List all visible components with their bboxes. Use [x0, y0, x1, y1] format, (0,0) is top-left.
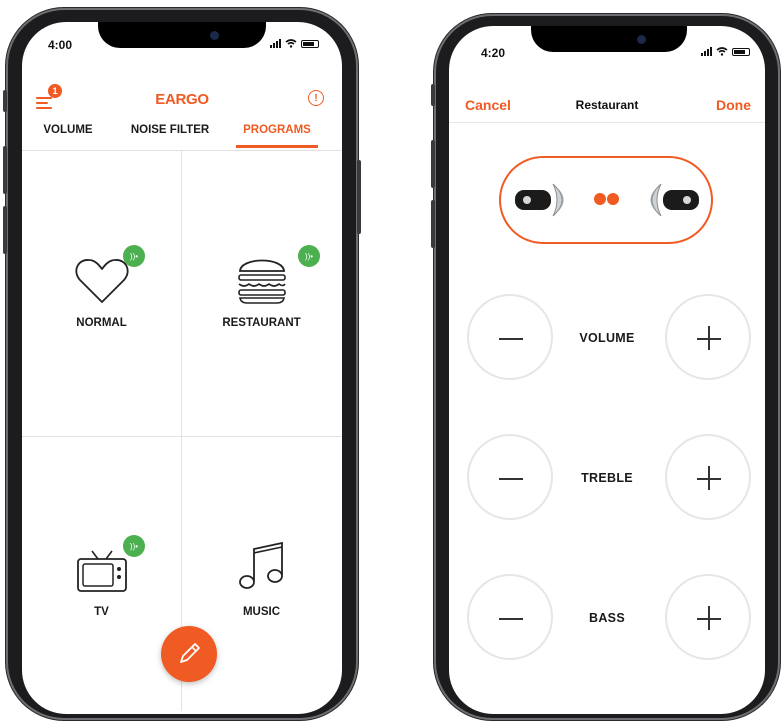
active-badge-icon: ))•	[123, 245, 145, 267]
tab-noise-filter[interactable]: NOISE FILTER	[110, 118, 230, 148]
treble-increase-button[interactable]	[665, 434, 751, 520]
edit-button[interactable]	[161, 626, 217, 682]
volume-up-button	[3, 146, 7, 194]
volume-down-button	[431, 200, 435, 248]
done-button[interactable]: Done	[716, 97, 751, 113]
left-hearing-aid-icon	[515, 183, 564, 217]
info-icon[interactable]: !	[308, 90, 324, 106]
front-camera	[210, 31, 219, 40]
volume-increase-button[interactable]	[665, 294, 751, 380]
program-normal[interactable]: ))• NORMAL	[22, 151, 181, 436]
right-hearing-aid-icon	[650, 183, 699, 217]
eargo-logo: EARGO	[155, 91, 209, 108]
notch	[531, 26, 687, 52]
notch	[98, 22, 266, 48]
tab-programs[interactable]: PROGRAMS	[236, 118, 318, 148]
signal-icon	[701, 47, 712, 56]
left-screen: 4:00 1 EARGO ! VOLUME NOISE FILTER PROGR…	[22, 22, 342, 714]
program-label: NORMAL	[76, 317, 127, 329]
bass-control: BASS	[449, 574, 765, 664]
wifi-icon	[285, 39, 297, 48]
volume-up-button	[431, 140, 435, 188]
power-button	[357, 160, 361, 234]
burger-icon	[237, 259, 286, 304]
program-tv[interactable]: ))• TV	[22, 437, 181, 714]
music-note-icon	[238, 541, 283, 589]
silent-switch	[3, 90, 7, 112]
tab-volume[interactable]: VOLUME	[26, 118, 110, 148]
active-badge-icon: ))•	[298, 245, 320, 267]
status-time: 4:00	[48, 38, 73, 52]
app-header: 1 EARGO !	[22, 82, 342, 118]
connection-dots-icon	[594, 193, 619, 205]
program-restaurant[interactable]: ))• RESTAURANT	[182, 151, 341, 436]
battery-icon	[732, 48, 750, 56]
silent-switch	[431, 84, 435, 106]
signal-icon	[270, 39, 281, 48]
bass-increase-button[interactable]	[665, 574, 751, 660]
right-screen: 4:20 Cancel Restaurant Done VOLUME TREBL…	[449, 26, 765, 714]
volume-down-button	[3, 206, 7, 254]
wifi-icon	[716, 47, 728, 56]
volume-control: VOLUME	[449, 294, 765, 384]
tab-bar: VOLUME NOISE FILTER PROGRAMS	[22, 118, 342, 148]
hearing-aid-pair	[499, 156, 713, 244]
active-badge-icon: ))•	[123, 535, 145, 557]
front-camera	[637, 35, 646, 44]
program-label: TV	[94, 606, 109, 618]
status-icons	[701, 47, 750, 56]
treble-control: TREBLE	[449, 434, 765, 524]
battery-icon	[301, 40, 319, 48]
program-label: MUSIC	[242, 606, 281, 618]
status-icons	[270, 39, 319, 48]
status-time: 4:20	[481, 46, 506, 60]
program-label: RESTAURANT	[222, 317, 301, 329]
right-phone: 4:20 Cancel Restaurant Done VOLUME TREBL…	[431, 14, 780, 720]
pencil-icon	[180, 643, 200, 663]
tv-icon	[76, 550, 127, 592]
nav-header: Cancel Restaurant Done	[449, 84, 765, 123]
left-phone: 4:00 1 EARGO ! VOLUME NOISE FILTER PROGR…	[3, 8, 361, 720]
heart-icon	[75, 259, 128, 303]
